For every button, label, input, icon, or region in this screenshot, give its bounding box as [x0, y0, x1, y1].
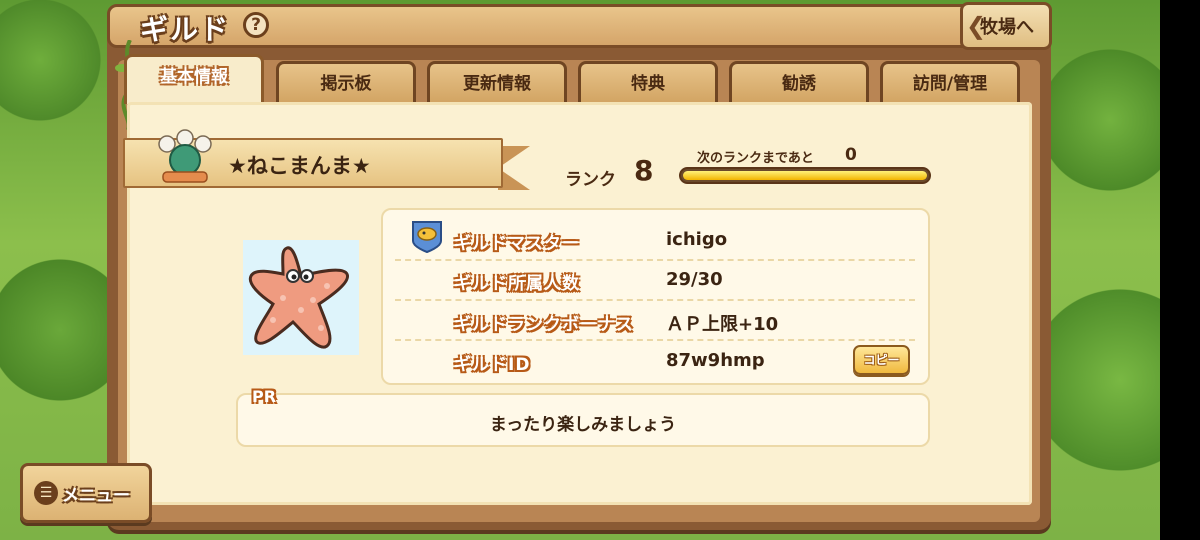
page-title: ギルド — [140, 13, 231, 46]
rank-progress-fill — [683, 171, 927, 180]
tab-recruit[interactable]: 勧誘 — [729, 61, 869, 103]
tab-basic-info[interactable]: 基本情報 — [124, 54, 264, 104]
next-rank-label: 次のランクまであと — [697, 151, 814, 166]
starfish-icon — [248, 246, 349, 349]
row-divider — [395, 299, 915, 301]
tab-visit-manage[interactable]: 訪問/管理 — [880, 61, 1020, 103]
menu-label: メニュー — [62, 486, 130, 506]
info-value-members: 29/30 — [666, 269, 723, 290]
info-key-members: ギルド所属人数 — [454, 274, 580, 294]
tab-updates[interactable]: 更新情報 — [427, 61, 567, 103]
menu-icon: ☰ — [34, 481, 58, 505]
pr-label: PR — [252, 387, 277, 406]
guild-avatar — [243, 240, 359, 355]
info-key-guild-id: ギルドID — [454, 355, 531, 375]
guild-emblem-icon — [158, 129, 212, 183]
tab-bulletin-board[interactable]: 掲示板 — [276, 61, 416, 103]
rank-value: 8 — [634, 154, 654, 187]
info-key-master: ギルドマスター — [454, 234, 580, 254]
info-value-guild-id: 87w9hmp — [666, 350, 765, 371]
info-value-rank-bonus: ＡＰ上限+10 — [666, 314, 779, 335]
rank-label: ランク — [565, 170, 616, 190]
help-icon[interactable]: ? — [243, 12, 269, 38]
rank-progress-bar — [679, 167, 931, 184]
info-value-master: ichigo — [666, 229, 728, 250]
row-divider — [395, 259, 915, 261]
next-rank-remaining: 0 — [845, 145, 857, 165]
info-key-rank-bonus: ギルドランクボーナス — [454, 315, 634, 335]
row-divider — [395, 339, 915, 341]
copy-id-button[interactable]: コピー — [853, 345, 910, 375]
pr-text: まったり楽しみましょう — [489, 415, 677, 435]
tab-benefits[interactable]: 特典 — [578, 61, 718, 103]
back-to-farm-label: 牧場へ — [980, 17, 1034, 38]
guild-name: ★ねこまんま★ — [228, 154, 371, 178]
guild-master-badge-icon — [412, 221, 442, 253]
screen-edge — [1160, 0, 1200, 540]
